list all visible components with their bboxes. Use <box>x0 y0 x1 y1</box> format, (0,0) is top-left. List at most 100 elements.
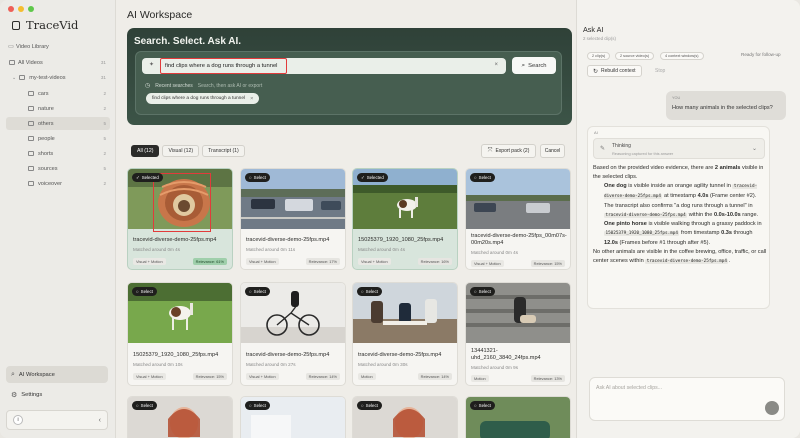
collapse-sidebar-icon[interactable]: ‹ <box>99 417 101 424</box>
sidebar-item-voiceover[interactable]: voiceover 2 <box>6 177 110 190</box>
result-card[interactable]: ○ Select <box>465 396 571 438</box>
clip-tags: Motion Relevance: 14% <box>358 373 452 380</box>
sidebar-item-cars[interactable]: cars 2 <box>6 87 110 100</box>
thinking-sublabel: Reasoning captured for this answer <box>612 151 674 156</box>
clip-match-time: Matched around 0m 9s <box>471 365 518 370</box>
text-fragment: at timestamp <box>662 192 698 199</box>
select-toggle[interactable]: ○ Select <box>132 287 157 296</box>
result-card[interactable]: ○ Select tracevid-diverse-demo-25fps.mp4 … <box>352 282 458 386</box>
clip-match-time: Matched around 0m 4s <box>358 247 405 252</box>
library-icon: ▭ <box>8 44 14 50</box>
result-card[interactable]: ○ Select tracevid-diverse-demo-25fps.mp4 … <box>240 168 346 270</box>
circle-icon: ○ <box>249 175 252 180</box>
clear-icon[interactable]: × <box>494 62 498 68</box>
remove-chip-icon[interactable]: × <box>250 96 253 102</box>
search-input[interactable]: ✦ find clips where a dog runs through a … <box>142 58 506 74</box>
result-card[interactable]: ○ Select 15025379_1920_1080_25fps.mp4 Mat… <box>127 282 233 386</box>
result-card[interactable]: ✓ Selected 15025379_1920_1080_25fps.mp4 M… <box>352 168 458 270</box>
avatar[interactable]: i <box>13 415 23 425</box>
select-toggle[interactable]: ✓ Selected <box>132 173 163 182</box>
search-icon: ⌕ <box>11 370 15 378</box>
text-emphasis: One pinto horse <box>604 221 647 228</box>
sidebar-item-video-library[interactable]: ▭ Video Library <box>6 40 110 53</box>
item-count: 31 <box>100 75 106 80</box>
relevance-tag: Relevance: 16% <box>417 258 452 265</box>
answer-intro: Based on the provided video evidence, th… <box>593 164 767 182</box>
hero-title: Search. Select. Ask AI. <box>134 36 242 47</box>
relevance-tag: Relevance: 14% <box>305 373 340 380</box>
select-toggle[interactable]: ✓ Selected <box>357 173 388 182</box>
select-label: Select <box>478 289 491 294</box>
item-count: 5 <box>103 136 106 141</box>
recent-searches: ◷ Recent searches Search, then ask AI or… <box>145 82 262 90</box>
cancel-button[interactable]: Cancel <box>540 144 565 158</box>
text-emphasis: 2 animals <box>714 165 741 171</box>
tab-visual[interactable]: Visual (12) <box>162 145 200 157</box>
sidebar-item-sources[interactable]: sources 5 <box>6 162 110 175</box>
stop-button[interactable]: Stop <box>650 65 670 77</box>
sidebar-item-ai-workspace[interactable]: ⌕ AI Workspace <box>6 366 108 383</box>
text-fragment: from timestamp <box>679 230 722 237</box>
select-toggle[interactable]: ○ Select <box>470 287 495 296</box>
result-card[interactable]: ✓ Selected tracevid-diverse-demo-25fps.mp… <box>127 168 233 270</box>
clip-title: tracevid-diverse-demo-25fps_00m07s-00m20… <box>471 233 567 246</box>
result-card[interactable]: ○ Select <box>127 396 233 438</box>
export-pack-button[interactable]: ⤧ Export pack (2) <box>481 144 536 158</box>
thinking-disclosure[interactable]: ✎ Thinking Reasoning captured for this a… <box>593 138 765 159</box>
search-button[interactable]: ⌕ Search <box>512 57 556 74</box>
select-toggle[interactable]: ○ Select <box>245 287 270 296</box>
logo-icon <box>12 20 20 30</box>
select-toggle[interactable]: ○ Select <box>245 401 270 410</box>
chevron-down-icon[interactable]: ⌄ <box>12 75 16 81</box>
result-card[interactable]: ○ Select <box>352 396 458 438</box>
sidebar-item-my-test-videos[interactable]: ⌄ my-test-videos 31 <box>6 71 110 84</box>
message-author: AI <box>594 130 598 135</box>
rebuild-context-button[interactable]: ↻ Rebuild context <box>587 65 642 77</box>
sidebar-item-others[interactable]: others 5 <box>6 117 110 130</box>
zoom-window-button[interactable] <box>28 6 34 12</box>
sidebar-item-settings[interactable]: ⚙ Settings <box>6 386 108 403</box>
minimize-window-button[interactable] <box>18 6 24 12</box>
select-label: Select <box>478 175 491 180</box>
clip-title: tracevid-diverse-demo-25fps.mp4 <box>133 237 217 243</box>
select-toggle[interactable]: ○ Select <box>132 401 157 410</box>
item-count: 31 <box>100 60 106 65</box>
close-window-button[interactable] <box>8 6 14 12</box>
select-toggle[interactable]: ○ Select <box>470 401 495 410</box>
tab-all[interactable]: All (12) <box>131 145 160 157</box>
folder-icon <box>9 60 15 65</box>
select-toggle[interactable]: ○ Select <box>470 173 495 182</box>
chevron-down-icon[interactable]: ⌄ <box>752 145 757 152</box>
clock-icon: ◷ <box>145 83 151 89</box>
sidebar-item-people[interactable]: people 5 <box>6 132 110 145</box>
text-emphasis: 4.0s <box>697 192 709 199</box>
sidebar-item-all-videos[interactable]: All Videos 31 <box>6 56 110 69</box>
selected-count: 2 selected clip(s) <box>583 36 616 41</box>
select-toggle[interactable]: ○ Select <box>245 173 270 182</box>
answer-tail: No other animals are visible in the coff… <box>593 248 767 267</box>
result-card[interactable]: ○ Select <box>240 396 346 438</box>
select-label: Select <box>140 289 153 294</box>
select-label: Select <box>478 403 491 408</box>
recent-chip-label: find clips where a dog runs through a tu… <box>152 96 246 101</box>
circle-icon: ○ <box>136 289 139 294</box>
sidebar-item-shorts[interactable]: shorts 2 <box>6 147 110 160</box>
match-type-tag: Visual + Motion <box>358 258 391 265</box>
select-toggle[interactable]: ○ Select <box>357 287 382 296</box>
text-fragment: within the <box>687 211 714 218</box>
result-card[interactable]: ○ Select tracevid-diverse-demo-25fps_00m0… <box>465 168 571 270</box>
result-card[interactable]: ○ Select 13441321-uhd_2160_3840_24fps.mp4… <box>465 282 571 386</box>
ask-ai-input[interactable]: Ask AI about selected clips... <box>589 377 785 421</box>
select-toggle[interactable]: ○ Select <box>357 401 382 410</box>
select-label: Select <box>253 175 266 180</box>
app-logo: TraceVid <box>12 18 78 32</box>
gear-icon: ⚙ <box>11 391 18 399</box>
item-count: 2 <box>103 91 106 96</box>
result-card[interactable]: ○ Select tracevid-diverse-demo-25fps.mp4 … <box>240 282 346 386</box>
answer-horse: One pinto horse is visible walking throu… <box>593 220 767 248</box>
circle-icon: ○ <box>361 403 364 408</box>
tab-transcript[interactable]: Transcript (1) <box>202 145 245 157</box>
send-button[interactable] <box>765 401 779 415</box>
recent-search-chip[interactable]: find clips where a dog runs through a tu… <box>146 93 260 104</box>
sidebar-item-nature[interactable]: nature 2 <box>6 102 110 115</box>
